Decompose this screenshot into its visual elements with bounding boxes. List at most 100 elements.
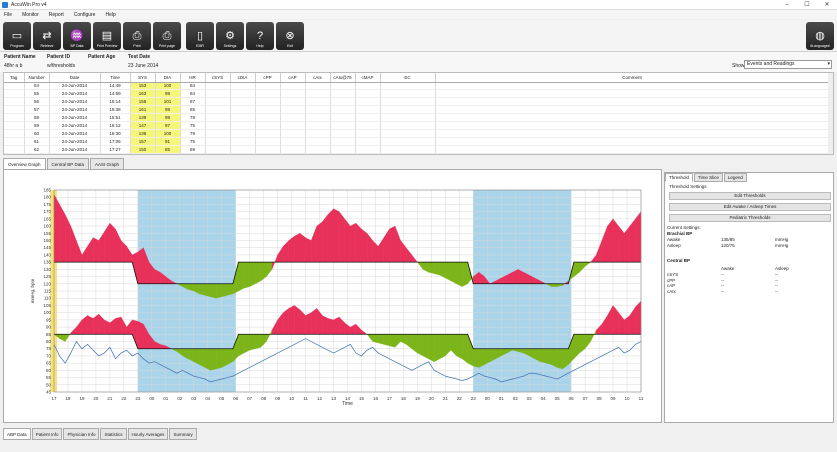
column-header[interactable]: cAIx [305,73,331,83]
table-row[interactable]: 60 24-Jun-2014 16:30 136 100 79 [4,129,830,138]
tab-abp-data[interactable]: ABP Data [3,428,31,440]
edit-awake-asleep-button[interactable]: Edit Awake / Asleep Times [669,203,831,211]
sys-below-area [215,283,222,299]
column-header[interactable]: cSYS [205,73,231,83]
column-header[interactable]: Time [100,73,131,83]
dia-above-area [601,315,608,335]
column-header[interactable]: cAIx@75 [330,73,356,83]
program-button[interactable]: ▭ Program [3,22,31,50]
print-page-button[interactable]: ⎙ Print page [153,22,181,50]
column-header[interactable]: cAP [280,73,306,83]
edit-thresholds-button[interactable]: Edit Thresholds [669,192,831,200]
menu-report[interactable]: Report [49,12,64,18]
emr-icon: ▯ [196,30,204,42]
table-cell [355,89,381,99]
help-button[interactable]: ? Help [246,22,274,50]
column-header[interactable]: cDIA [230,73,256,83]
column-header[interactable]: HR [180,73,206,83]
column-header[interactable]: cMAP [355,73,381,83]
column-header[interactable]: DIA [155,73,181,83]
y-axis-label: mmHg, bpm [30,279,35,304]
dia-below-area [445,334,452,357]
tab-summary[interactable]: Summary [169,428,197,440]
table-cell [4,145,25,154]
sys-above-area [316,221,323,263]
table-cell [355,113,381,122]
table-row[interactable]: 56 24-Jun-2014 15:14 158 101 87 [4,97,830,107]
bp-data-button[interactable]: ♒ BP Data [63,22,91,50]
retrieve-icon: ⇄ [42,30,52,42]
print-preview-button[interactable]: ▤ Print Preview [93,22,121,50]
table-row[interactable]: 61 24-Jun-2014 17:06 157 91 75 [4,137,830,146]
x-tick-label: 03 [191,396,197,401]
column-header[interactable]: Tag [4,73,25,83]
tab-statistics[interactable]: Statistics [100,428,127,440]
retrieve-button[interactable]: ⇄ Retrieve [33,22,61,50]
close-button[interactable]: ✕ [817,0,837,10]
menu-help[interactable]: Help [105,12,115,18]
sys-below-area [210,283,217,299]
sys-above-area [277,245,284,263]
tab-physician-info[interactable]: Physician Info [63,428,100,440]
column-header[interactable]: Date [49,73,101,83]
dia-below-area [400,334,407,345]
pediatric-thresholds-button[interactable]: Pediatric Thresholds [669,214,831,222]
table-row[interactable]: 55 24-Jun-2014 14:59 163 99 84 [4,89,830,99]
tab-hourly-averages[interactable]: Hourly Averages [127,428,169,440]
program-icon: ▭ [11,30,23,42]
sys-above-area [322,214,329,263]
y-tick-label: 65 [46,361,52,366]
dia-below-area [545,348,552,365]
tab-aasi-graph[interactable]: AASI Graph [89,158,124,169]
table-scrollbar[interactable] [828,73,833,154]
column-header[interactable]: SYS [130,73,156,83]
tab-central-bp-data[interactable]: Central BP Data [46,158,89,169]
language-button[interactable]: ◍ #Language# [806,22,834,50]
dia-above-area [137,321,144,349]
tab-threshold[interactable]: Threshold [665,173,694,182]
y-tick-label: 130 [43,267,51,272]
table-cell [355,121,381,130]
column-header[interactable]: EC [380,73,436,83]
exit-button[interactable]: ⊗ Exit [276,22,304,50]
y-tick-label: 100 [43,310,51,315]
tab-overview-graph[interactable]: Overview Graph [3,158,46,169]
column-header[interactable]: cPP [255,73,281,83]
table-cell [230,113,256,122]
tab-legend[interactable]: Legend [723,173,747,182]
column-header[interactable]: Comment [435,73,830,83]
x-tick-label: 19 [415,396,421,401]
table-row[interactable]: 59 24-Jun-2014 16:12 147 97 75 [4,121,830,130]
table-cell [380,89,436,99]
dia-below-area [227,348,234,365]
table-row[interactable]: 62 24-Jun-2014 17:27 150 85 69 [4,145,830,154]
sys-above-area [92,237,99,263]
sys-below-area [249,261,256,287]
table-row[interactable]: 57 24-Jun-2014 15:38 161 99 85 [4,105,830,115]
table-row[interactable]: 54 24-Jun-2014 14:49 153 100 84 [4,82,830,91]
emr-button[interactable]: ▯ EMR [186,22,214,50]
sys-above-area [65,214,71,263]
bottom-tabs: ABP Data Patient Info Physician Info Sta… [3,428,198,440]
sys-above-area [372,240,379,263]
menu-file[interactable]: File [4,12,12,18]
print-button[interactable]: ⎙ Print [123,22,151,50]
table-row[interactable]: 58 24-Jun-2014 15:51 139 99 78 [4,113,830,122]
minimize-button[interactable]: – [777,0,797,10]
x-tick-label: 22 [121,396,127,401]
dia-above-area [305,312,312,335]
current-settings-label: Current Settings: [667,225,701,230]
menu-configure[interactable]: Configure [74,12,96,18]
sys-above-area [299,232,306,263]
awake-unit: mmHg [775,237,789,242]
tab-time-slice[interactable]: Time Slice [694,173,723,182]
column-header[interactable]: Number [24,73,50,83]
settings-button[interactable]: ⚙ Settings [216,22,244,50]
show-select[interactable]: Events and Readings ▾ [744,60,832,69]
maximize-button[interactable]: ☐ [797,0,817,10]
table-cell [380,121,436,130]
table-cell [380,97,436,107]
dia-above-area [115,316,122,335]
tab-patient-info[interactable]: Patient Info [31,428,63,440]
menu-monitor[interactable]: Monitor [22,12,39,18]
